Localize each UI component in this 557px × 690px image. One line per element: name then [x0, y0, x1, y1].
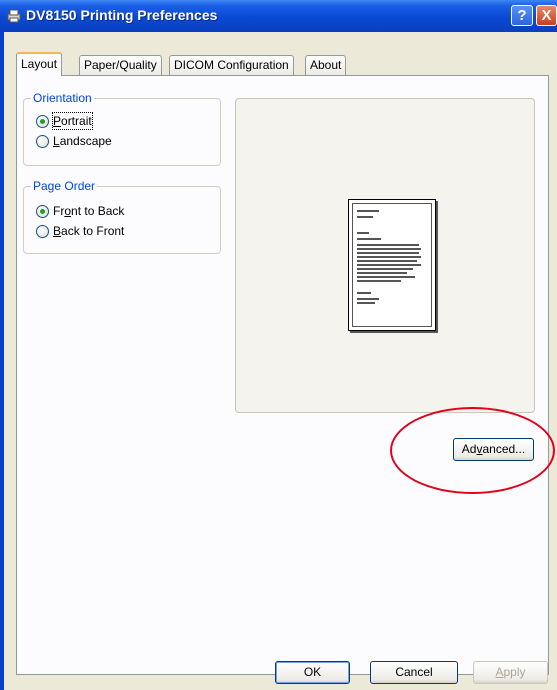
portrait-page-preview-icon	[348, 199, 436, 331]
front-to-back-radio[interactable]	[36, 205, 49, 218]
portrait-radio[interactable]	[36, 115, 49, 128]
dialog-client-area: Layout Paper/Quality DICOM Configuration…	[4, 32, 557, 690]
front-to-back-label[interactable]: Front to Back	[53, 203, 124, 219]
ok-button[interactable]: OK	[275, 661, 350, 684]
layout-tab-panel: Orientation Portrait Landscape Page Orde…	[16, 75, 549, 675]
orientation-group: Orientation Portrait Landscape	[23, 91, 221, 166]
landscape-radio[interactable]	[36, 135, 49, 148]
front-to-back-radio-option[interactable]: Front to Back	[36, 203, 156, 221]
dialog-window: DV8150 Printing Preferences ? X Layout P…	[0, 0, 557, 690]
printer-icon	[7, 9, 21, 23]
tab-dicom-configuration[interactable]: DICOM Configuration	[169, 55, 294, 75]
apply-button: Apply	[473, 661, 548, 684]
landscape-radio-option[interactable]: Landscape	[36, 133, 136, 151]
tab-about[interactable]: About	[305, 55, 347, 75]
portrait-label[interactable]: Portrait	[52, 112, 93, 130]
tab-paper-quality[interactable]: Paper/Quality	[79, 55, 162, 75]
annotation-circle	[390, 407, 555, 494]
layout-preview-pane	[235, 98, 535, 413]
cancel-button[interactable]: Cancel	[370, 661, 458, 684]
page-order-group: Page Order Front to Back Back to Front	[23, 179, 221, 254]
back-to-front-label[interactable]: Back to Front	[53, 223, 124, 239]
back-to-front-radio[interactable]	[36, 225, 49, 238]
title-bar[interactable]: DV8150 Printing Preferences ? X	[0, 0, 557, 32]
window-title: DV8150 Printing Preferences	[26, 7, 218, 23]
back-to-front-radio-option[interactable]: Back to Front	[36, 223, 156, 241]
landscape-label[interactable]: Landscape	[53, 133, 112, 149]
help-button[interactable]: ?	[511, 5, 533, 26]
orientation-legend: Orientation	[31, 91, 94, 105]
tab-layout[interactable]: Layout	[16, 52, 63, 76]
close-button[interactable]: X	[536, 5, 557, 26]
page-order-legend: Page Order	[31, 179, 98, 193]
portrait-radio-option[interactable]: Portrait	[36, 112, 136, 131]
page-content-lines	[352, 203, 432, 327]
